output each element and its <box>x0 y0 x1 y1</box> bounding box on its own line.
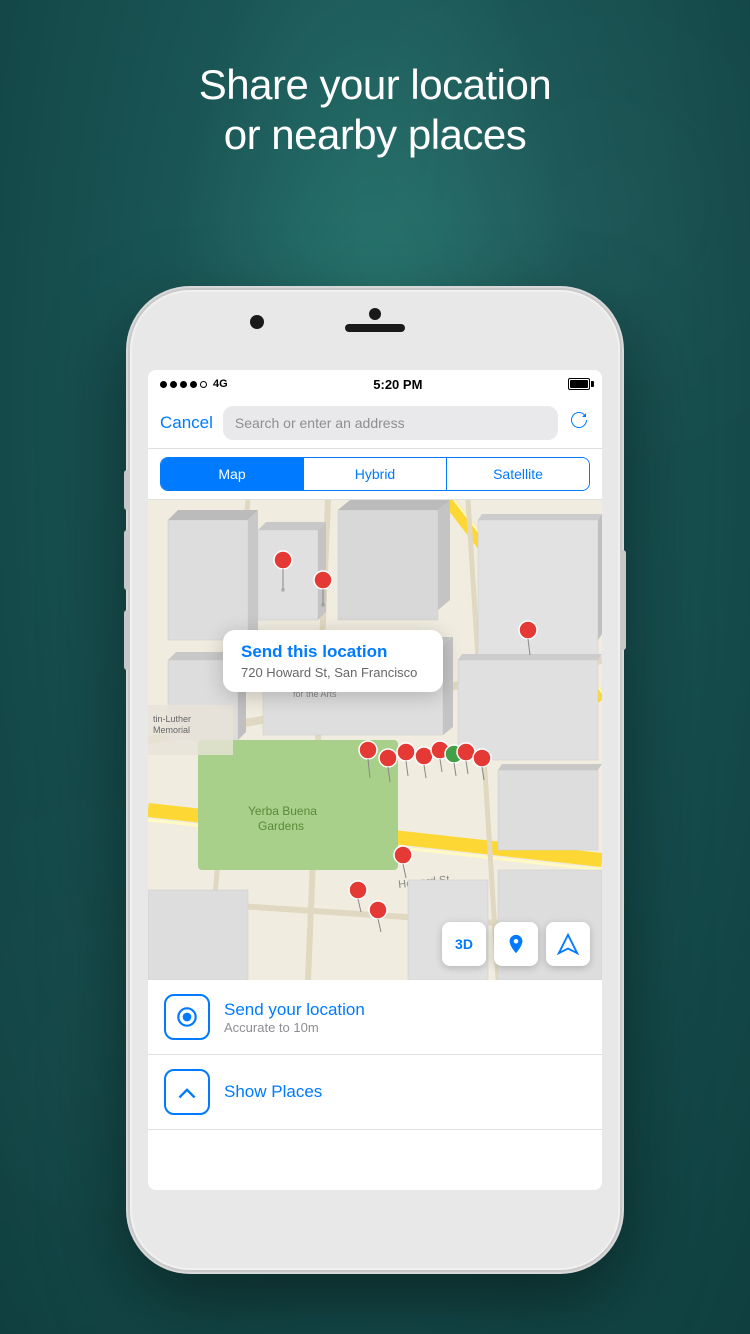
map-type-hybrid[interactable]: Hybrid <box>303 458 446 490</box>
signal-dot-2 <box>170 381 177 388</box>
rear-camera <box>369 308 381 320</box>
send-location-title: Send your location <box>224 1000 365 1020</box>
show-places-icon <box>164 1069 210 1115</box>
phone-top <box>130 308 620 332</box>
power-button <box>620 550 626 650</box>
navigate-button[interactable] <box>546 922 590 966</box>
battery-icon <box>568 378 590 390</box>
search-row: Cancel Search or enter an address <box>148 398 602 449</box>
headline-line2: or nearby places <box>224 111 527 158</box>
map-type-map-label: Map <box>218 466 245 482</box>
svg-text:Yerba Buena: Yerba Buena <box>248 804 317 818</box>
show-places-text: Show Places <box>224 1082 322 1102</box>
map-area[interactable]: Howard St Yerba <box>148 500 602 980</box>
headline: Share your location or nearby places <box>0 60 750 161</box>
pin-button[interactable] <box>494 922 538 966</box>
mute-button <box>124 470 130 510</box>
phone-screen: 4G 5:20 PM Cancel Search or enter an add… <box>148 370 602 1190</box>
map-controls: 3D <box>442 922 590 966</box>
map-svg: Howard St Yerba <box>148 500 602 980</box>
map-type-hybrid-label: Hybrid <box>355 466 395 482</box>
phone-frame: 4G 5:20 PM Cancel Search or enter an add… <box>130 290 620 1270</box>
status-right <box>568 378 590 390</box>
search-placeholder: Search or enter an address <box>235 415 405 431</box>
map-type-satellite[interactable]: Satellite <box>446 458 589 490</box>
show-places-title: Show Places <box>224 1082 322 1102</box>
headline-line1: Share your location <box>199 61 551 108</box>
send-location-item[interactable]: Send your location Accurate to 10m <box>148 980 602 1055</box>
signal-dot-5 <box>200 381 207 388</box>
map-type-selector: Map Hybrid Satellite <box>160 457 590 491</box>
battery-fill <box>570 380 588 388</box>
popup-address: 720 Howard St, San Francisco <box>241 665 425 680</box>
3d-button[interactable]: 3D <box>442 922 486 966</box>
map-type-row: Map Hybrid Satellite <box>148 449 602 500</box>
signal-dot-4 <box>190 381 197 388</box>
reload-button[interactable] <box>568 409 590 437</box>
svg-text:Gardens: Gardens <box>258 819 304 833</box>
search-input[interactable]: Search or enter an address <box>223 406 558 440</box>
volume-up-button <box>124 530 130 590</box>
front-camera <box>250 315 264 329</box>
status-bar: 4G 5:20 PM <box>148 370 602 398</box>
send-location-icon <box>164 994 210 1040</box>
map-type-satellite-label: Satellite <box>493 466 543 482</box>
signal-dot-3 <box>180 381 187 388</box>
send-location-text: Send your location Accurate to 10m <box>224 1000 365 1035</box>
location-popup[interactable]: Send this location 720 Howard St, San Fr… <box>223 630 443 692</box>
show-places-item[interactable]: Show Places <box>148 1055 602 1130</box>
svg-text:tin-Luther: tin-Luther <box>153 714 191 724</box>
bottom-panel: Send your location Accurate to 10m Show … <box>148 980 602 1130</box>
volume-down-button <box>124 610 130 670</box>
cancel-button[interactable]: Cancel <box>160 413 213 433</box>
signal-dot-1 <box>160 381 167 388</box>
send-location-subtitle: Accurate to 10m <box>224 1020 365 1035</box>
3d-label: 3D <box>455 936 473 952</box>
status-time: 5:20 PM <box>373 377 422 392</box>
svg-text:Memorial: Memorial <box>153 725 190 735</box>
speaker <box>345 324 405 332</box>
signal-area: 4G <box>160 378 228 390</box>
popup-title: Send this location <box>241 642 425 662</box>
network-type: 4G <box>213 378 228 390</box>
map-type-map[interactable]: Map <box>161 458 303 490</box>
